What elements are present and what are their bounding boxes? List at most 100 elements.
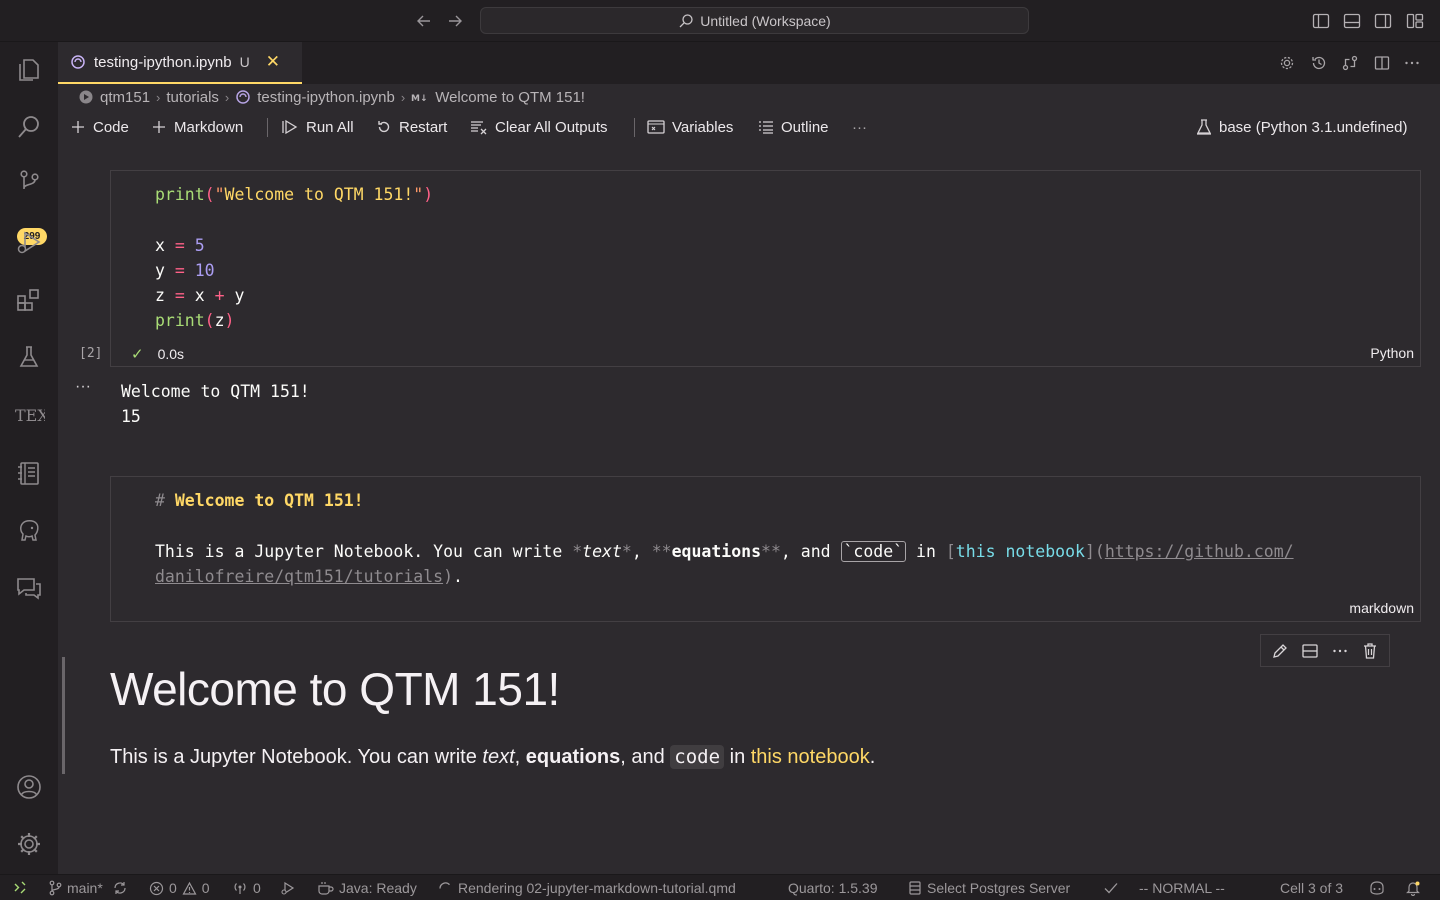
accounts-icon[interactable] bbox=[13, 771, 45, 803]
postgres-server-status[interactable]: Select Postgres Server bbox=[908, 879, 1070, 897]
warning-count: 0 bbox=[201, 880, 210, 896]
restart-kernel-button[interactable]: Restart bbox=[376, 115, 447, 139]
edit-pencil-icon[interactable] bbox=[1269, 640, 1291, 662]
quarto-status[interactable]: Quarto: 1.5.39 bbox=[788, 879, 878, 897]
run-all-icon bbox=[282, 119, 298, 135]
rendered-link[interactable]: this notebook bbox=[751, 746, 870, 769]
clear-all-icon bbox=[471, 121, 487, 135]
remote-indicator-icon[interactable] bbox=[12, 879, 28, 897]
add-code-cell-button[interactable]: Code bbox=[70, 115, 129, 139]
broadcast-icon bbox=[234, 883, 246, 894]
kernel-flask-icon bbox=[1196, 119, 1212, 135]
outline-button[interactable]: Outline bbox=[758, 115, 829, 139]
cell-focus-indicator bbox=[62, 657, 65, 774]
explorer-icon[interactable] bbox=[13, 54, 45, 86]
delete-trash-icon[interactable] bbox=[1359, 640, 1381, 662]
rendering-label: Rendering 02-jupyter-markdown-tutorial.q… bbox=[458, 880, 736, 896]
toggle-secondary-sidebar-icon[interactable] bbox=[1373, 11, 1393, 31]
branch-label: main* bbox=[67, 880, 103, 896]
run-all-button[interactable]: Run All bbox=[281, 115, 354, 139]
variables-button[interactable]: Variables bbox=[647, 115, 733, 139]
compare-changes-icon[interactable] bbox=[1339, 52, 1361, 74]
cell-language[interactable]: Python bbox=[1370, 345, 1414, 361]
code-line-5: z = x + y bbox=[155, 286, 245, 305]
notifications-bell-icon[interactable] bbox=[1405, 879, 1421, 897]
md-line-1: # Welcome to QTM 151! bbox=[155, 491, 364, 510]
execution-status: ✓ 0.0s bbox=[131, 345, 184, 363]
tab-untracked-marker: U bbox=[239, 54, 250, 70]
copilot-icon[interactable] bbox=[1368, 879, 1386, 897]
breadcrumb-item-qtm151[interactable]: qtm151 bbox=[100, 89, 150, 106]
code-cell[interactable]: print("Welcome to QTM 151!") x = 5 y = 1… bbox=[110, 170, 1421, 367]
breadcrumb-item-tutorials[interactable]: tutorials bbox=[166, 89, 219, 106]
variables-icon bbox=[647, 120, 665, 134]
activity-bar: 299 TEX bbox=[0, 42, 58, 874]
debug-launch-icon[interactable] bbox=[280, 879, 296, 897]
close-icon[interactable]: ✕ bbox=[266, 52, 280, 72]
postgres-elephant-icon[interactable] bbox=[13, 515, 45, 547]
problems-status[interactable]: 0 0 bbox=[149, 879, 210, 897]
loading-spinner-icon bbox=[439, 881, 450, 889]
rendering-status[interactable]: Rendering 02-jupyter-markdown-tutorial.q… bbox=[438, 879, 736, 897]
rendered-italic: text bbox=[482, 745, 515, 768]
java-status[interactable]: Java: Ready bbox=[317, 879, 417, 897]
output-line: 15 bbox=[121, 407, 141, 426]
notebook-icon[interactable] bbox=[13, 457, 45, 489]
back-arrow-icon[interactable] bbox=[414, 11, 434, 31]
success-check-icon: ✓ bbox=[131, 346, 144, 363]
source-control-icon[interactable] bbox=[13, 166, 45, 198]
postgres-label: Select Postgres Server bbox=[927, 880, 1071, 896]
command-center[interactable]: Untitled (Workspace) bbox=[480, 7, 1029, 34]
add-markdown-cell-button[interactable]: Markdown bbox=[151, 115, 243, 139]
split-editor-icon[interactable] bbox=[1371, 52, 1393, 74]
chat-icon[interactable] bbox=[13, 572, 45, 604]
kernel-picker-button[interactable]: base (Python 3.1.undefined) bbox=[1196, 115, 1407, 139]
output-more-button[interactable]: ··· bbox=[75, 378, 91, 396]
breadcrumb-item-file[interactable]: testing-ipython.ipynb bbox=[257, 89, 395, 106]
more-actions-icon[interactable] bbox=[1329, 640, 1351, 662]
error-icon bbox=[149, 881, 164, 895]
rendered-heading: Welcome to QTM 151! bbox=[110, 663, 560, 715]
warning-icon bbox=[182, 881, 197, 895]
tex-icon[interactable]: TEX bbox=[13, 399, 45, 431]
toggle-primary-sidebar-icon[interactable] bbox=[1311, 11, 1331, 31]
extensions-icon[interactable] bbox=[13, 284, 45, 316]
split-cell-icon[interactable] bbox=[1299, 640, 1321, 662]
customize-layout-icon[interactable] bbox=[1405, 11, 1425, 31]
status-bar: main* 0 0 0 Java: Ready Rendering 02-jup… bbox=[0, 874, 1440, 900]
cell-language[interactable]: markdown bbox=[1349, 600, 1414, 616]
notebook-settings-gear-icon[interactable] bbox=[1276, 52, 1298, 74]
code-line-6: print(z) bbox=[155, 311, 235, 330]
coffee-cup-icon bbox=[318, 882, 334, 895]
check-icon[interactable] bbox=[1103, 879, 1119, 897]
breadcrumb-separator: › bbox=[156, 89, 161, 105]
breadcrumb-item-heading[interactable]: Welcome to QTM 151! bbox=[435, 89, 585, 106]
more-toolbar-actions-button[interactable]: ··· bbox=[852, 115, 867, 139]
testing-flask-icon[interactable] bbox=[13, 341, 45, 373]
execution-duration: 0.0s bbox=[157, 346, 185, 362]
manage-gear-icon[interactable] bbox=[13, 828, 45, 860]
tab-bar: testing-ipython.ipynb U ✕ bbox=[58, 42, 1440, 84]
clear-all-outputs-button[interactable]: Clear All Outputs bbox=[470, 115, 608, 139]
run-all-label: Run All bbox=[306, 118, 354, 136]
forward-arrow-icon[interactable] bbox=[445, 11, 465, 31]
cell-position-status[interactable]: Cell 3 of 3 bbox=[1280, 879, 1343, 897]
plus-icon bbox=[72, 121, 84, 133]
cell-output: Welcome to QTM 151! 15 bbox=[121, 379, 310, 429]
title-bar: Untitled (Workspace) bbox=[0, 0, 1440, 42]
tab-testing-ipython[interactable]: testing-ipython.ipynb U ✕ bbox=[58, 42, 302, 84]
java-label: Java: Ready bbox=[339, 880, 417, 896]
ports-status[interactable]: 0 bbox=[232, 879, 261, 897]
markdown-cell-source[interactable]: # Welcome to QTM 151! This is a Jupyter … bbox=[110, 476, 1421, 622]
branch-status[interactable]: main* bbox=[48, 879, 128, 897]
search-icon[interactable] bbox=[13, 111, 45, 143]
execution-count: [2] bbox=[79, 346, 103, 361]
svg-text:M↓: M↓ bbox=[411, 94, 428, 103]
timeline-history-icon[interactable] bbox=[1308, 52, 1330, 74]
more-actions-icon[interactable] bbox=[1401, 52, 1423, 74]
run-and-debug-icon[interactable] bbox=[13, 226, 45, 258]
kernel-label: base (Python 3.1.undefined) bbox=[1219, 118, 1408, 136]
toggle-panel-icon[interactable] bbox=[1342, 11, 1362, 31]
code-line-4: y = 10 bbox=[155, 261, 215, 280]
markdown-icon: M↓ bbox=[411, 94, 428, 103]
